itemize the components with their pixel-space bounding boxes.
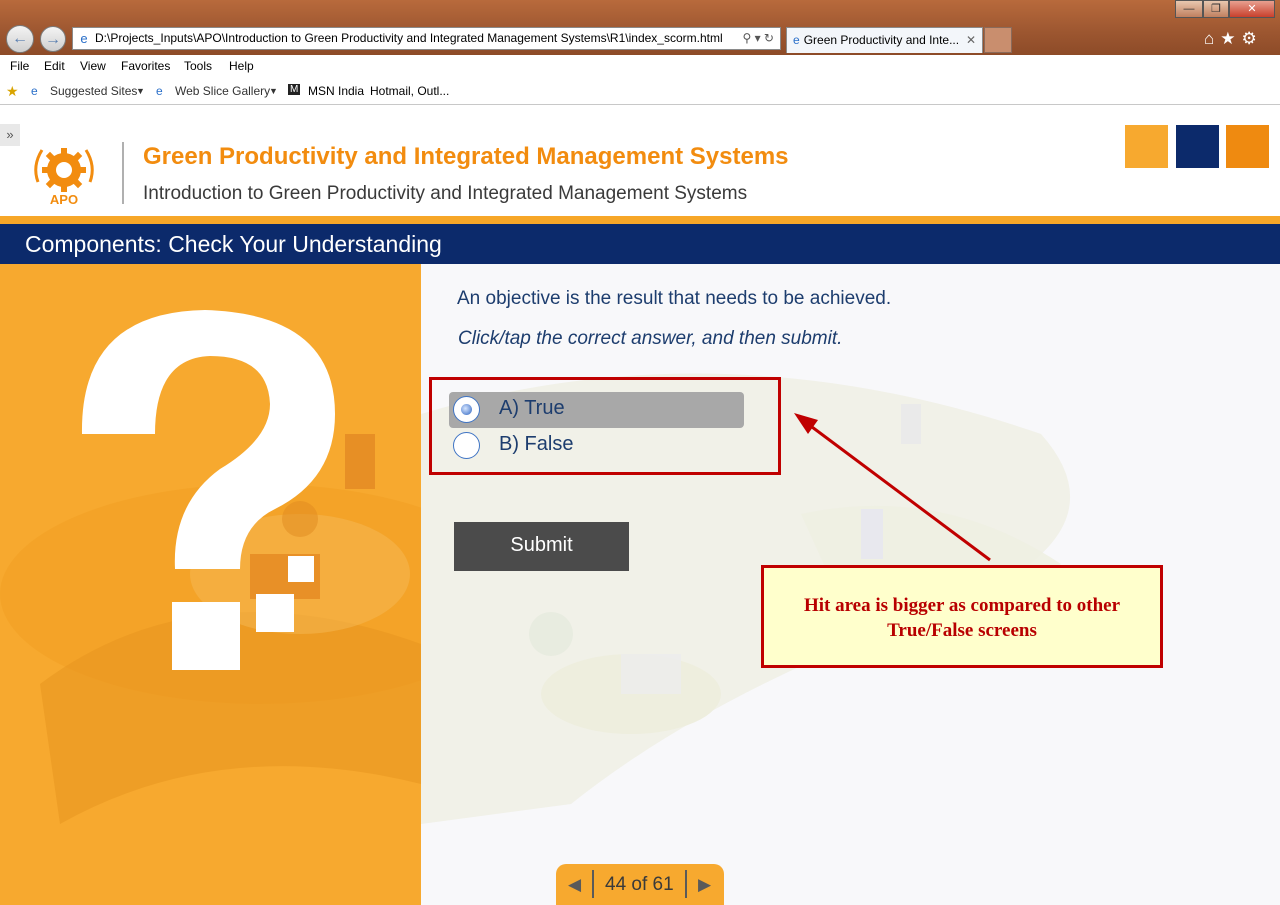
pager-divider <box>592 870 594 898</box>
page-navigator: ◀ 44 of 61 ▶ <box>556 864 724 905</box>
annotation-arrow <box>794 413 991 562</box>
annotation-text: Hit area is bigger as compared to other … <box>803 595 1121 641</box>
pager-divider <box>685 870 687 898</box>
next-page-icon[interactable]: ▶ <box>698 875 711 895</box>
annotation-callout: Hit area is bigger as compared to other … <box>761 565 1163 668</box>
page-counter: 44 of 61 <box>605 874 674 895</box>
previous-page-icon[interactable]: ◀ <box>568 875 581 895</box>
